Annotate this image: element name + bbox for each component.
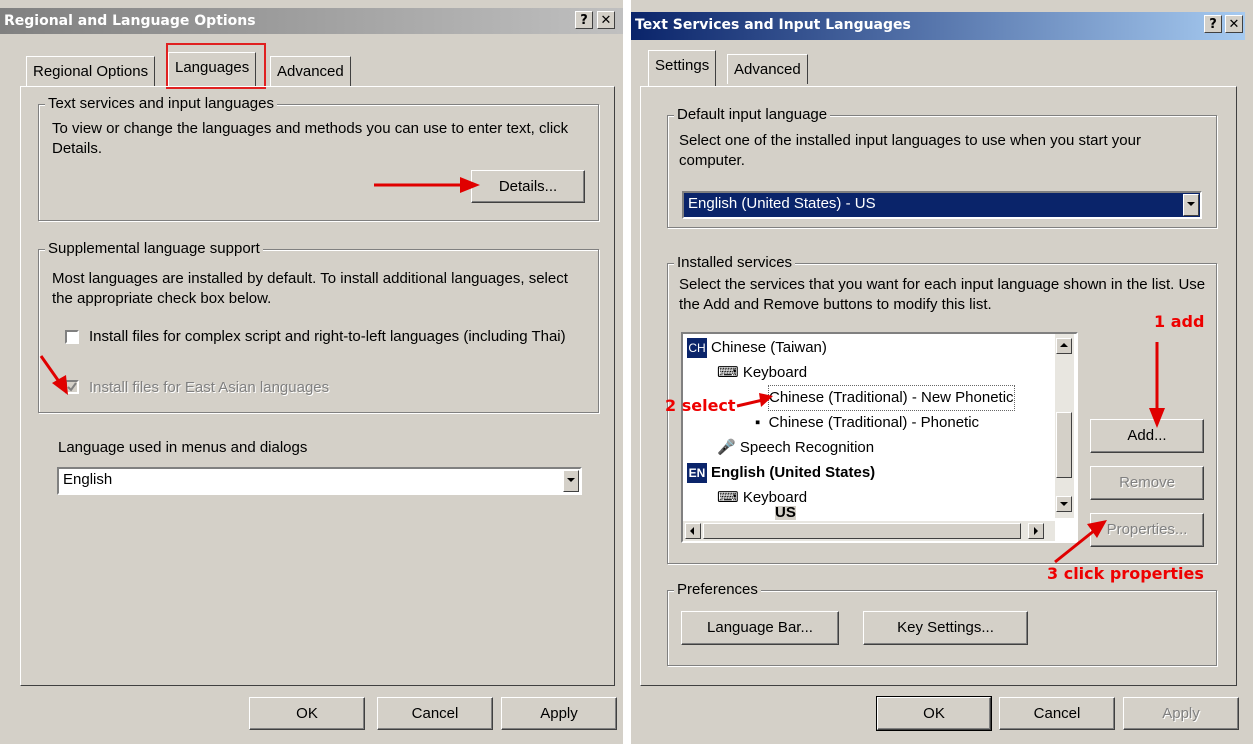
- annotation-add: 1 add: [1154, 312, 1205, 331]
- scroll-thumb[interactable]: [1056, 412, 1072, 478]
- list-item-label: Chinese (Taiwan): [711, 339, 827, 356]
- tab-regional-options[interactable]: Regional Options: [26, 56, 156, 86]
- group-label: Supplemental language support: [45, 240, 263, 258]
- apply-button[interactable]: Apply: [1123, 697, 1239, 730]
- menu-language-label: Language used in menus and dialogs: [58, 439, 308, 456]
- keyboard-icon: ⌨: [717, 364, 743, 381]
- scroll-thumb-h[interactable]: [703, 523, 1021, 539]
- preferences-group: Preferences Language Bar... Key Settings…: [667, 581, 1217, 666]
- installed-services-group: Installed services Select the services t…: [667, 254, 1217, 564]
- scroll-up-icon[interactable]: [1056, 338, 1072, 354]
- list-item-label: Keyboard: [742, 364, 808, 381]
- list-item-chinese-taiwan[interactable]: CH Chinese (Taiwan): [687, 336, 827, 360]
- list-item-label: US: [775, 506, 796, 520]
- vertical-scrollbar[interactable]: [1055, 334, 1074, 518]
- list-item-new-phonetic[interactable]: Chinese (Traditional) - New Phonetic: [768, 385, 1015, 411]
- scroll-left-icon[interactable]: [685, 523, 701, 539]
- group-description: Select the services that you want for ea…: [679, 276, 1206, 313]
- cancel-button[interactable]: Cancel: [377, 697, 493, 730]
- regional-language-options-window: Regional and Language Options ? ✕ Region…: [0, 0, 623, 744]
- group-description: Most languages are installed by default.…: [52, 270, 568, 307]
- services-tree-list[interactable]: CH Chinese (Taiwan) ⌨ Keyboard Chinese (T…: [681, 332, 1078, 543]
- list-item-label: Speech Recognition: [739, 439, 875, 456]
- group-description: To view or change the languages and meth…: [52, 120, 569, 157]
- details-button[interactable]: Details...: [471, 170, 585, 203]
- group-label: Default input language: [674, 106, 831, 124]
- microphone-icon: 🎤: [717, 439, 740, 456]
- group-label: Installed services: [674, 254, 796, 272]
- close-icon[interactable]: ✕: [1225, 15, 1243, 33]
- window-title: Text Services and Input Languages: [635, 17, 911, 33]
- annotation-select: 2 select: [665, 396, 736, 415]
- group-description: Select one of the installed input langua…: [679, 132, 1141, 169]
- list-item-label: Keyboard: [742, 489, 808, 506]
- close-icon[interactable]: ✕: [597, 11, 615, 29]
- text-services-window: Text Services and Input Languages ? ✕ Se…: [631, 0, 1253, 744]
- annotation-properties: 3 click properties: [1047, 564, 1204, 583]
- help-icon[interactable]: ?: [575, 11, 593, 29]
- group-label: Text services and input languages: [45, 95, 277, 113]
- arrow-to-properties-icon: [1054, 520, 1107, 564]
- list-item-us[interactable]: US: [775, 506, 796, 520]
- ok-button[interactable]: OK: [876, 696, 992, 731]
- ch-badge-icon: CH: [687, 338, 707, 359]
- menu-language-select[interactable]: English: [57, 467, 582, 495]
- cancel-button[interactable]: Cancel: [999, 697, 1115, 730]
- arrow-to-select-icon: [736, 393, 773, 408]
- key-settings-button[interactable]: Key Settings...: [863, 611, 1028, 645]
- remove-button[interactable]: Remove: [1090, 466, 1204, 500]
- default-input-language-group: Default input language Select one of the…: [667, 106, 1217, 228]
- help-icon[interactable]: ?: [1204, 15, 1222, 33]
- tab-advanced[interactable]: Advanced: [270, 56, 351, 86]
- scroll-down-icon[interactable]: [1056, 496, 1072, 512]
- tab-settings[interactable]: Settings: [648, 50, 717, 86]
- scroll-right-icon[interactable]: [1028, 523, 1044, 539]
- languages-tab-highlight: [166, 43, 266, 89]
- chevron-down-icon[interactable]: [563, 470, 579, 492]
- apply-button[interactable]: Apply: [501, 697, 617, 730]
- list-item-keyboard[interactable]: ⌨ Keyboard: [717, 361, 807, 385]
- default-language-value: English (United States) - US: [688, 195, 876, 212]
- default-language-select[interactable]: English (United States) - US: [682, 191, 1202, 219]
- list-item-label: English (United States): [711, 464, 876, 481]
- title-bar: Regional and Language Options ? ✕: [0, 8, 623, 34]
- horizontal-scrollbar[interactable]: [683, 521, 1055, 541]
- arrow-to-add-icon: [1149, 342, 1165, 428]
- arrow-to-checkbox-icon: [39, 355, 68, 395]
- list-item-english-us[interactable]: EN English (United States): [687, 461, 875, 485]
- keyboard-icon: ⌨: [717, 489, 743, 506]
- arrow-to-details-icon: [374, 177, 480, 193]
- list-item-label: Chinese (Traditional) - New Phonetic: [769, 389, 1014, 406]
- list-item-label: Chinese (Traditional) - Phonetic: [768, 414, 980, 431]
- language-bar-button[interactable]: Language Bar...: [681, 611, 839, 645]
- text-services-group: Text services and input languages To vie…: [38, 95, 599, 221]
- complex-script-checkbox[interactable]: [65, 330, 79, 344]
- en-badge-icon: EN: [687, 463, 707, 484]
- title-bar: Text Services and Input Languages ? ✕: [631, 12, 1245, 40]
- window-title: Regional and Language Options: [4, 13, 256, 29]
- ok-button[interactable]: OK: [249, 697, 365, 730]
- list-item-speech[interactable]: 🎤 Speech Recognition: [717, 436, 874, 460]
- tab-advanced[interactable]: Advanced: [727, 54, 808, 84]
- east-asian-label: Install files for East Asian languages: [89, 379, 330, 396]
- group-label: Preferences: [674, 581, 761, 599]
- menu-language-value: English: [63, 471, 113, 488]
- chevron-down-icon[interactable]: [1183, 194, 1199, 216]
- list-item-phonetic[interactable]: ▪ Chinese (Traditional) - Phonetic: [755, 411, 979, 435]
- complex-script-label: Install files for complex script and rig…: [89, 328, 566, 345]
- supplemental-language-group: Supplemental language support Most langu…: [38, 240, 599, 413]
